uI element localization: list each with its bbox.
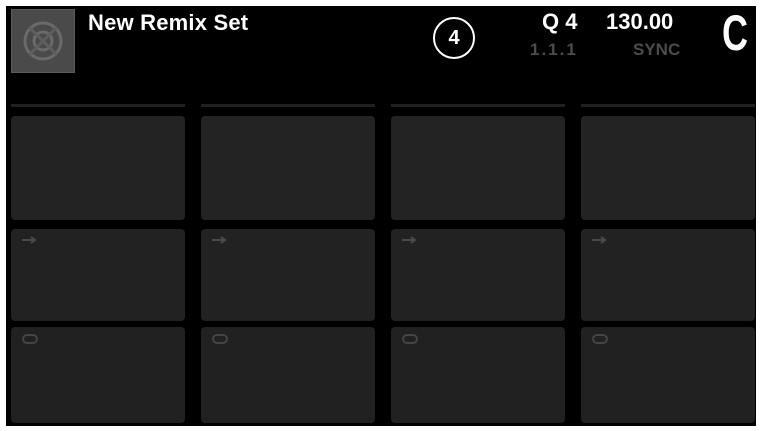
loop-icon xyxy=(22,334,38,344)
remix-slot-1 xyxy=(11,104,185,426)
cover-art xyxy=(11,9,75,73)
slot-cell[interactable] xyxy=(201,229,375,321)
arrow-right-icon xyxy=(212,236,227,244)
remix-slot-2 xyxy=(201,104,375,426)
loop-icon xyxy=(212,334,228,344)
quantize-value: Q 4 xyxy=(542,9,578,34)
remix-slot-3 xyxy=(391,104,565,426)
slot-cell[interactable] xyxy=(11,116,185,220)
slot-cell[interactable] xyxy=(391,229,565,321)
arrow-right-icon xyxy=(402,236,417,244)
slot-cell[interactable] xyxy=(201,327,375,423)
slot-cell[interactable] xyxy=(391,116,565,220)
remix-set-icon xyxy=(23,21,63,61)
slot-divider xyxy=(11,104,185,107)
deck-screen: New Remix Set 4 Q 4 130.00 1.1.1 SYNC C xyxy=(6,6,756,426)
slot-divider xyxy=(581,104,755,107)
arrow-right-icon xyxy=(592,236,607,244)
deck-number-badge: 4 xyxy=(433,17,475,59)
remix-slot-4 xyxy=(581,104,755,426)
slot-cell[interactable] xyxy=(581,229,755,321)
beat-position: 1.1.1 xyxy=(530,40,578,59)
slot-cell[interactable] xyxy=(391,327,565,423)
loop-icon xyxy=(592,334,608,344)
slot-cell[interactable] xyxy=(201,116,375,220)
slot-divider xyxy=(391,104,565,107)
arrow-right-icon xyxy=(22,236,37,244)
slot-cell[interactable] xyxy=(11,327,185,423)
tempo-value: 130.00 xyxy=(606,9,674,34)
deck-title: New Remix Set xyxy=(88,10,249,35)
sync-label: SYNC xyxy=(633,40,681,59)
slot-cell[interactable] xyxy=(581,116,755,220)
slot-divider xyxy=(201,104,375,107)
deck-letter: C xyxy=(722,6,748,61)
slot-cell[interactable] xyxy=(11,229,185,321)
loop-icon xyxy=(402,334,418,344)
slot-cell[interactable] xyxy=(581,327,755,423)
